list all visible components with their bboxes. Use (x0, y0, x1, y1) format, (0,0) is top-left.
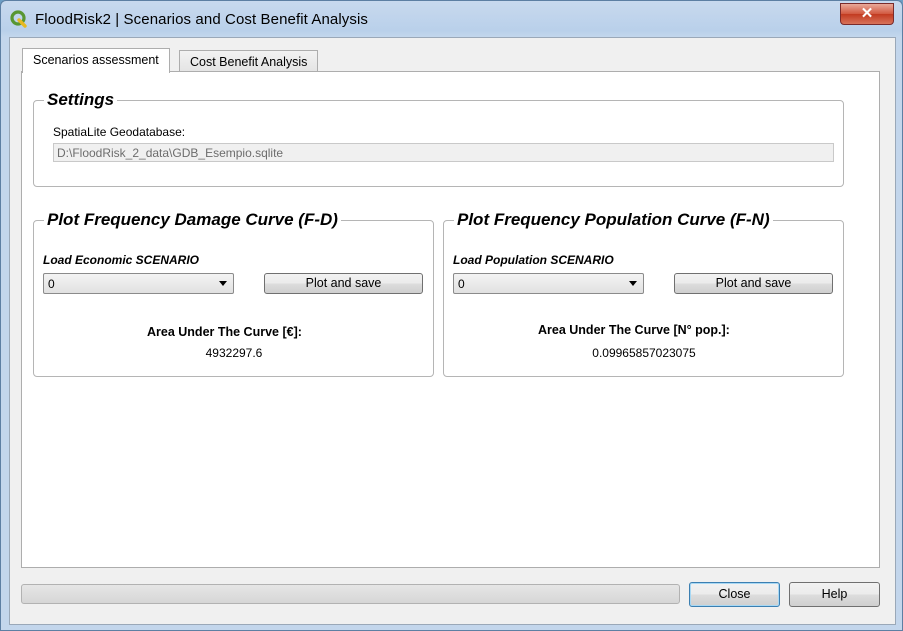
qgis-logo-icon (10, 10, 27, 28)
dialog-window: FloodRisk2 | Scenarios and Cost Benefit … (0, 0, 903, 631)
dialog-body: Scenarios assessment Cost Benefit Analys… (9, 37, 896, 625)
progress-bar (21, 584, 680, 604)
fd-area-label: Area Under The Curve [€]: (147, 325, 302, 339)
window-close-button[interactable]: ✕ (840, 3, 894, 25)
fd-curve-group: Plot Frequency Damage Curve (F-D) Load E… (33, 210, 434, 377)
geodb-path-field[interactable]: D:\FloodRisk_2_data\GDB_Esempio.sqlite (53, 143, 834, 162)
settings-group: Settings SpatiaLite Geodatabase: D:\Floo… (33, 90, 844, 187)
close-button[interactable]: Close (689, 582, 780, 607)
economic-scenario-label: Load Economic SCENARIO (43, 253, 200, 267)
fd-curve-title: Plot Frequency Damage Curve (F-D) (44, 210, 341, 230)
fn-plot-and-save-button[interactable]: Plot and save (674, 273, 833, 294)
fd-plot-and-save-button[interactable]: Plot and save (264, 273, 423, 294)
population-scenario-dropdown[interactable]: 0 (453, 273, 644, 294)
tab-cost-benefit-analysis[interactable]: Cost Benefit Analysis (179, 50, 319, 73)
chevron-down-icon (629, 281, 637, 286)
chevron-down-icon (219, 281, 227, 286)
help-button[interactable]: Help (789, 582, 880, 607)
title-bar[interactable]: FloodRisk2 | Scenarios and Cost Benefit … (1, 1, 902, 37)
geodb-label: SpatiaLite Geodatabase: (53, 125, 186, 139)
tab-scenarios-assessment[interactable]: Scenarios assessment (22, 48, 170, 73)
population-scenario-label: Load Population SCENARIO (453, 253, 614, 267)
close-icon: ✕ (860, 5, 874, 22)
fn-area-value: 0.09965857023075 (592, 346, 696, 360)
economic-scenario-value: 0 (48, 277, 55, 291)
tab-pane-scenarios: Settings SpatiaLite Geodatabase: D:\Floo… (21, 71, 880, 568)
fn-area-label: Area Under The Curve [N° pop.]: (538, 323, 730, 337)
fn-curve-group: Plot Frequency Population Curve (F-N) Lo… (443, 210, 844, 377)
fn-curve-title: Plot Frequency Population Curve (F-N) (454, 210, 773, 230)
window-title: FloodRisk2 | Scenarios and Cost Benefit … (35, 11, 369, 28)
fd-area-value: 4932297.6 (205, 346, 263, 360)
population-scenario-value: 0 (458, 277, 465, 291)
economic-scenario-dropdown[interactable]: 0 (43, 273, 234, 294)
settings-title: Settings (44, 90, 118, 110)
